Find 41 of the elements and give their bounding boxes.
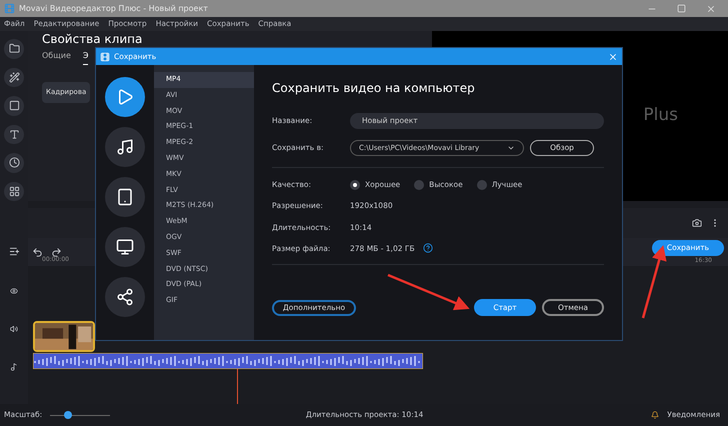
preview-watermark: Plus <box>643 104 678 128</box>
play-icon <box>116 88 134 106</box>
bell-icon[interactable] <box>651 411 660 419</box>
radio-button[interactable] <box>350 180 360 190</box>
grid-icon[interactable] <box>8 186 20 197</box>
monitor-icon <box>116 238 134 256</box>
folder-icon[interactable] <box>8 43 20 54</box>
category-button[interactable] <box>105 277 145 317</box>
maximize-icon[interactable] <box>677 4 686 13</box>
add-track-icon[interactable] <box>8 246 20 257</box>
category-button[interactable] <box>105 227 145 267</box>
radio-button[interactable] <box>476 180 487 190</box>
panel-title: Свойства клипа <box>42 32 144 46</box>
camera-icon[interactable] <box>692 218 702 228</box>
redo-icon[interactable] <box>51 246 62 258</box>
window-title: Movavi Видеоредактор Плюс - Новый проект <box>19 2 209 14</box>
category-button[interactable] <box>105 177 145 217</box>
text-icon[interactable] <box>8 128 20 140</box>
undo-icon[interactable] <box>32 246 43 258</box>
close-icon[interactable] <box>706 4 716 14</box>
caret-icon <box>507 144 515 152</box>
tablet-icon <box>116 188 134 206</box>
square-icon[interactable] <box>8 100 20 112</box>
clock-icon[interactable] <box>8 157 20 168</box>
speaker-icon[interactable] <box>10 325 18 333</box>
share-icon <box>116 288 134 306</box>
wand-icon[interactable] <box>8 72 20 83</box>
app-logo-icon <box>4 3 15 14</box>
zoom-slider[interactable] <box>50 410 110 420</box>
panel-tab[interactable]: Э <box>82 50 88 65</box>
category-button[interactable] <box>105 77 145 117</box>
app-logo-icon <box>100 52 110 62</box>
panel-tab[interactable]: Общие <box>42 50 71 65</box>
dialog-heading: Сохранить видео на компьютер <box>272 80 476 97</box>
music-note-icon <box>116 138 134 156</box>
help-icon[interactable] <box>422 243 433 254</box>
category-button[interactable] <box>105 127 145 167</box>
radio-button[interactable] <box>414 180 424 190</box>
eye-icon[interactable] <box>10 287 18 295</box>
close-icon[interactable] <box>608 52 618 62</box>
music-note-icon[interactable] <box>10 363 18 371</box>
